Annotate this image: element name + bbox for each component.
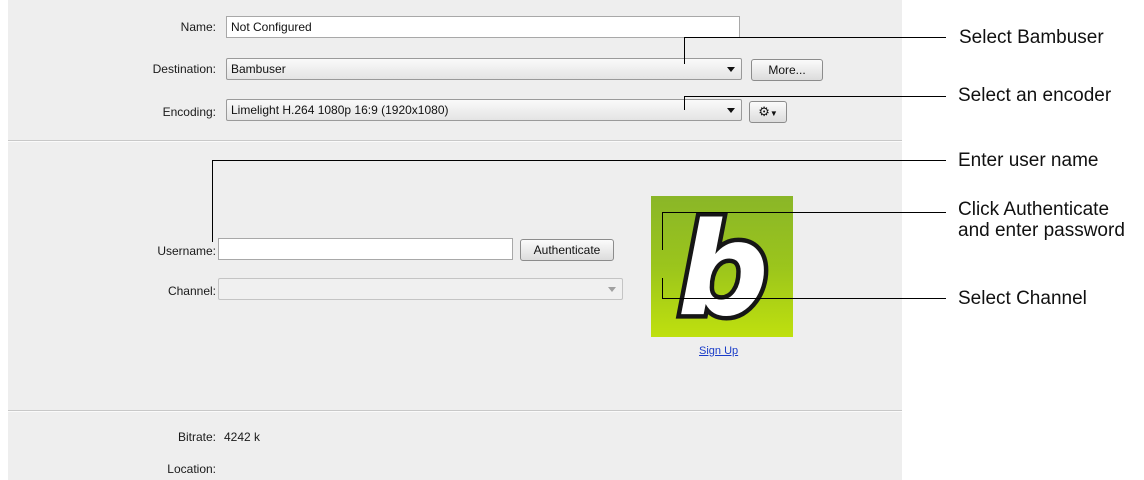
callout-line	[684, 37, 685, 64]
callout-select-channel: Select Channel	[958, 288, 1087, 309]
callout-line	[662, 212, 663, 250]
callout-line	[212, 160, 946, 161]
logo-letter: b	[677, 196, 769, 337]
encoding-label: Encoding:	[162, 105, 216, 119]
callout-enter-username: Enter user name	[958, 150, 1099, 171]
username-field[interactable]	[218, 238, 513, 260]
chevron-down-icon	[608, 287, 616, 292]
destination-value: Bambuser	[231, 62, 286, 76]
callout-select-bambuser: Select Bambuser	[959, 27, 1104, 48]
gear-icon: ⚙	[758, 104, 770, 119]
location-label: Location:	[167, 462, 216, 476]
destination-label: Destination:	[152, 62, 216, 76]
username-label: Username:	[157, 244, 216, 258]
bitrate-label: Bitrate:	[177, 430, 216, 444]
bambuser-logo[interactable]: b	[651, 192, 793, 350]
encoding-value: Limelight H.264 1080p 16:9 (1920x1080)	[231, 103, 449, 117]
callout-click-authenticate: Click Authenticate and enter password	[958, 199, 1125, 241]
authenticate-button[interactable]: Authenticate	[520, 239, 614, 261]
separator-top	[8, 140, 902, 142]
encoding-select[interactable]: Limelight H.264 1080p 16:9 (1920x1080)	[226, 99, 742, 121]
channel-select[interactable]	[218, 278, 623, 300]
callout-line	[662, 212, 946, 213]
name-label: Name:	[180, 20, 216, 34]
callout-select-encoder: Select an encoder	[958, 85, 1112, 106]
chevron-down-icon	[727, 108, 735, 113]
callout-line	[662, 278, 663, 299]
bitrate-value: 4242 k	[224, 430, 261, 444]
callout-line	[212, 160, 213, 242]
callout-line	[684, 96, 685, 110]
callout-line	[684, 37, 946, 38]
channel-label: Channel:	[167, 284, 216, 298]
separator-bottom	[8, 410, 902, 412]
callout-line	[662, 298, 946, 299]
name-field[interactable]: Not Configured	[226, 16, 740, 38]
callout-line	[684, 96, 946, 97]
chevron-down-icon: ▼	[769, 109, 778, 118]
sign-up-link[interactable]: Sign Up	[699, 345, 738, 357]
chevron-down-icon	[727, 67, 735, 72]
encoder-settings-button[interactable]: ⚙▼	[749, 101, 787, 123]
destination-select[interactable]: Bambuser	[226, 58, 742, 80]
bambuser-b-icon: b	[673, 192, 774, 350]
more-button[interactable]: More...	[751, 59, 823, 81]
